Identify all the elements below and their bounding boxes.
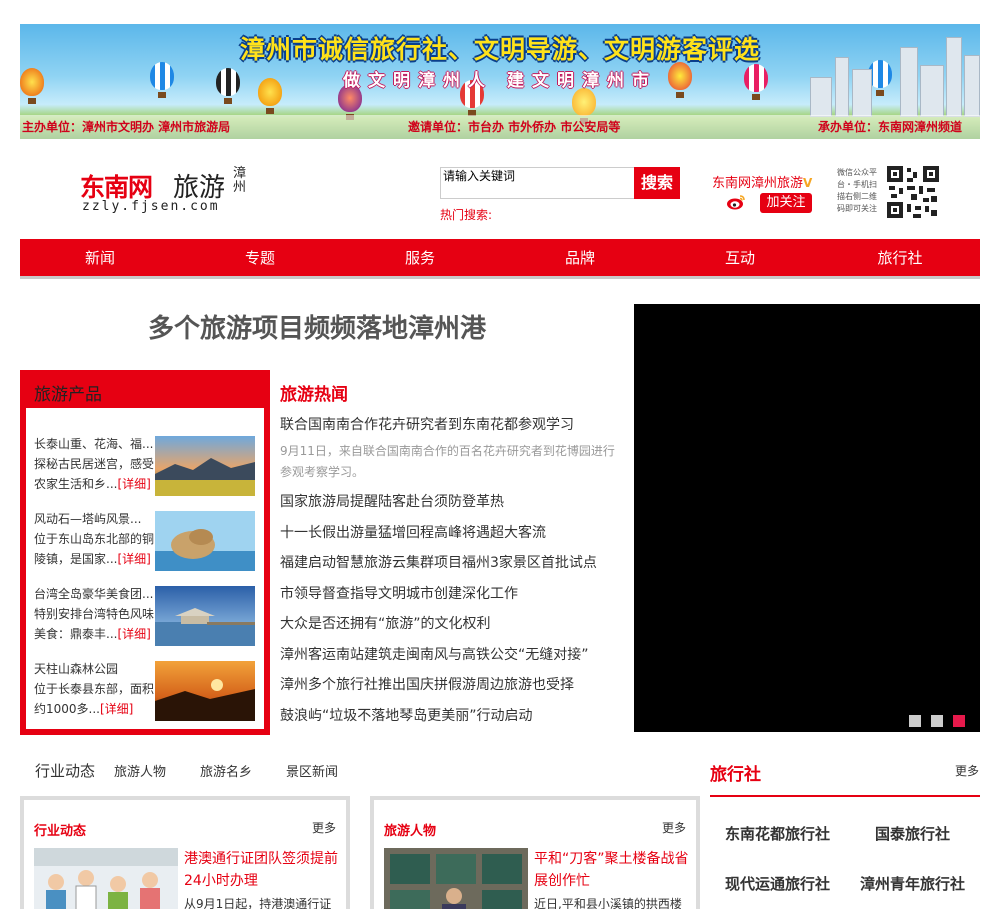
travel-products-panel: 旅游产品 长泰山重、花海、福... 探秘古民居迷宫，感受 农家生活和乡...[详… bbox=[20, 370, 270, 735]
banner-invited: 邀请单位：市台办 市外侨办 市公安局等 bbox=[408, 120, 621, 134]
product-item[interactable]: 风动石—塔屿风景... 位于东山岛东北部的铜 陵镇，是国家...[详细] bbox=[34, 509, 260, 571]
nav-item-interaction[interactable]: 互动 bbox=[660, 239, 820, 276]
product-desc: 探秘古民居迷宫，感受 bbox=[34, 457, 155, 471]
news-lead-link[interactable]: 联合国南南合作花卉研究者到东南花都参观学习 bbox=[280, 413, 620, 437]
news-link[interactable]: 漳州客运南站建筑走闽南风与高铁公交“无缝对接” bbox=[280, 640, 620, 671]
banner-host: 承办单位：东南网漳州频道 bbox=[818, 120, 963, 134]
product-desc: 位于东山岛东北部的铜 bbox=[34, 532, 155, 546]
video-player[interactable] bbox=[634, 304, 980, 732]
slider-dot[interactable] bbox=[931, 715, 943, 727]
logo-city: 漳州 bbox=[233, 165, 247, 194]
agency-link[interactable]: 东南花都旅行社 bbox=[725, 823, 830, 844]
agency-link[interactable]: 国泰旅行社 bbox=[875, 823, 950, 844]
agencies-title: 旅行社 bbox=[710, 765, 761, 785]
product-title[interactable]: 天柱山森林公园 bbox=[34, 659, 158, 679]
box-desc: 从9月1日起，持港澳通行证 bbox=[184, 897, 332, 909]
news-link[interactable]: 福建启动智慧旅游云集群项目福州3家景区首批试点 bbox=[280, 548, 620, 579]
top-banner[interactable]: 漳州市诚信旅行社、文明导游、文明游客评选 做文明漳州人 建文明漳州市 主办单位：… bbox=[20, 24, 980, 139]
product-item[interactable]: 长泰山重、花海、福... 探秘古民居迷宫，感受 农家生活和乡...[详细] bbox=[34, 434, 260, 496]
box-more-link[interactable]: 更多 bbox=[662, 819, 686, 836]
nav-item-news[interactable]: 新闻 bbox=[20, 239, 180, 276]
banner-organizer: 主办单位：漳州市文明办 漳州市旅游局 bbox=[22, 120, 231, 134]
product-image[interactable] bbox=[155, 586, 255, 646]
product-item[interactable]: 天柱山森林公园 位于长泰县东部，面积 约1000多...[详细] bbox=[34, 659, 260, 721]
box-more-link[interactable]: 更多 bbox=[312, 819, 336, 836]
hot-news-list: 联合国南南合作花卉研究者到东南花都参观学习 9月11日，来自联合国南南合作的百名… bbox=[280, 413, 620, 731]
site-logo[interactable]: 东南网 旅游 漳州 zzly.fjsen.com bbox=[80, 164, 255, 216]
headline[interactable]: 多个旅游项目频频落地漳州港 bbox=[20, 308, 614, 345]
box-title: 行业动态 bbox=[34, 824, 87, 839]
box-desc: 近日,平和县小溪镇的拱西楼 bbox=[534, 897, 682, 909]
product-more-link[interactable]: [详细] bbox=[117, 477, 150, 491]
product-image[interactable] bbox=[155, 511, 255, 571]
tab-scenic-news[interactable]: 景区新闻 bbox=[286, 761, 338, 780]
nav-item-services[interactable]: 服务 bbox=[340, 239, 500, 276]
news-image[interactable] bbox=[384, 848, 528, 909]
product-image[interactable] bbox=[155, 436, 255, 496]
product-more-link[interactable]: [详细] bbox=[100, 702, 133, 716]
weibo-widget: 东南网漳州旅游V 加关注 bbox=[712, 172, 813, 213]
news-link[interactable]: 漳州多个旅行社推出国庆拼假游周边旅游也受择 bbox=[280, 670, 620, 701]
product-desc: 陵镇，是国家... bbox=[34, 552, 118, 566]
news-link[interactable]: 市领导督查指导文明城市创建深化工作 bbox=[280, 579, 620, 610]
news-image[interactable] bbox=[34, 848, 178, 909]
balloon-icon bbox=[572, 88, 596, 124]
agency-link[interactable]: 现代运通旅行社 bbox=[725, 873, 830, 894]
main-nav: 新闻 专题 服务 品牌 互动 旅行社 bbox=[20, 239, 980, 279]
news-link[interactable]: 鼓浪屿“垃圾不落地琴岛更美丽”行动启动 bbox=[280, 701, 620, 732]
slider-dot-active[interactable] bbox=[953, 715, 965, 727]
weibo-icon[interactable] bbox=[726, 194, 746, 210]
product-title[interactable]: 台湾全岛豪华美食团... bbox=[34, 584, 158, 604]
qr-code-icon bbox=[887, 166, 939, 218]
slider-dot[interactable] bbox=[909, 715, 921, 727]
nav-item-topics[interactable]: 专题 bbox=[180, 239, 340, 276]
product-desc: 特别安排台湾特色风味 bbox=[34, 607, 155, 621]
follow-button[interactable]: 加关注 bbox=[760, 193, 812, 213]
industry-news-box: 行业动态 更多 港澳通行证团队签须提前24小时办理 从9月1日起，持港澳通行证 bbox=[20, 796, 350, 909]
product-desc: 农家生活和乡... bbox=[34, 477, 118, 491]
verified-icon: V bbox=[803, 176, 813, 190]
agencies-divider bbox=[710, 795, 980, 797]
banner-sponsors: 主办单位：漳州市文明办 漳州市旅游局 邀请单位：市台办 市外侨办 市公安局等 承… bbox=[20, 115, 980, 139]
news-link[interactable]: 十一长假出游量猛增回程高峰将遇超大客流 bbox=[280, 518, 620, 549]
news-link[interactable]: 大众是否还拥有“旅游”的文化权利 bbox=[280, 609, 620, 640]
product-desc: 位于长泰县东部，面积 bbox=[34, 682, 155, 696]
box-title: 旅游人物 bbox=[384, 824, 437, 839]
travel-people-box: 旅游人物 更多 平和“刀客”聚土楼备战省展创作忙 近日,平和县小溪镇的拱西楼 bbox=[370, 796, 700, 909]
news-link[interactable]: 国家旅游局提醒陆客赴台须防登革热 bbox=[280, 487, 620, 518]
banner-subtitle: 做文明漳州人 建文明漳州市 bbox=[343, 71, 657, 91]
product-title[interactable]: 风动石—塔屿风景... bbox=[34, 509, 158, 529]
hot-news-title: 旅游热闻 bbox=[280, 385, 348, 405]
agency-link[interactable]: 漳州青年旅行社 bbox=[860, 873, 965, 894]
hot-search-label: 热门搜索: bbox=[440, 208, 493, 222]
search-button[interactable]: 搜索 bbox=[634, 167, 680, 199]
nav-item-brands[interactable]: 品牌 bbox=[500, 239, 660, 276]
tab-travel-people[interactable]: 旅游人物 bbox=[114, 761, 166, 780]
products-title: 旅游产品 bbox=[34, 385, 102, 405]
product-more-link[interactable]: [详细] bbox=[117, 552, 150, 566]
product-more-link[interactable]: [详细] bbox=[117, 627, 150, 641]
box-headline[interactable]: 港澳通行证团队签须提前24小时办理 bbox=[184, 848, 344, 892]
wechat-note: 微信公众平台・手机扫描右侧二维码即可关注 bbox=[837, 168, 877, 213]
nav-item-agencies[interactable]: 旅行社 bbox=[820, 239, 980, 276]
agencies-more-link[interactable]: 更多 bbox=[955, 762, 979, 779]
product-image[interactable] bbox=[155, 661, 255, 721]
tab-famous-towns[interactable]: 旅游名乡 bbox=[200, 761, 252, 780]
banner-title: 漳州市诚信旅行社、文明导游、文明游客评选 bbox=[239, 35, 760, 64]
news-summary: 9月11日，来自联合国南南合作的百名花卉研究者到花博园进行参观考察学习。 bbox=[280, 444, 615, 479]
product-desc: 约1000多... bbox=[34, 702, 100, 716]
tab-industry-news[interactable]: 行业动态 bbox=[35, 760, 95, 781]
product-desc: 美食：鼎泰丰... bbox=[34, 627, 118, 641]
box-headline[interactable]: 平和“刀客”聚土楼备战省展创作忙 bbox=[534, 848, 694, 892]
products-list: 长泰山重、花海、福... 探秘古民居迷宫，感受 农家生活和乡...[详细] 风动… bbox=[26, 408, 264, 729]
search-input[interactable] bbox=[440, 167, 634, 199]
product-item[interactable]: 台湾全岛豪华美食团... 特别安排台湾特色风味 美食：鼎泰丰...[详细] bbox=[34, 584, 260, 646]
weibo-account-name[interactable]: 东南网漳州旅游 bbox=[712, 175, 803, 190]
logo-domain: zzly.fjsen.com bbox=[82, 199, 220, 214]
search-form: 搜索 bbox=[440, 167, 680, 199]
product-title[interactable]: 长泰山重、花海、福... bbox=[34, 434, 158, 454]
